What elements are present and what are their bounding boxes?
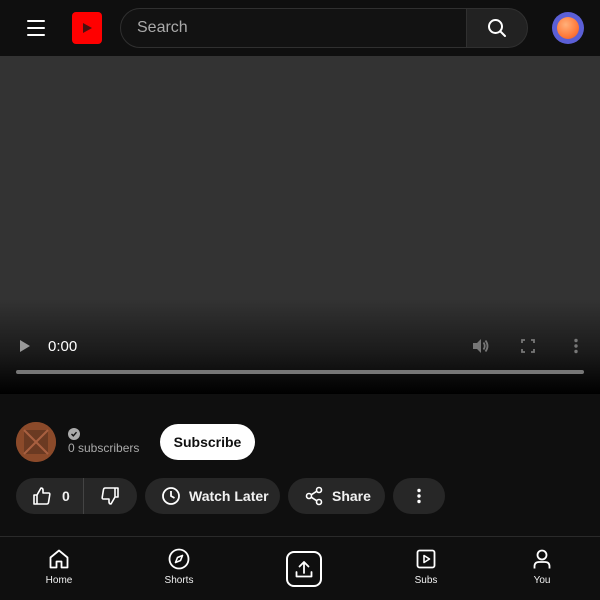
hamburger-menu-icon[interactable] <box>20 12 52 44</box>
thumbs-down-icon <box>101 487 119 505</box>
fullscreen-icon[interactable] <box>519 336 537 356</box>
play-logo-icon[interactable] <box>72 12 102 44</box>
nav-you-label: You <box>533 575 551 586</box>
subscribe-button[interactable]: Subscribe <box>160 424 255 460</box>
nav-home[interactable]: Home <box>29 547 89 595</box>
watch-later-button[interactable]: Watch Later <box>145 478 280 514</box>
person-icon <box>533 549 551 569</box>
nav-home-label: Home <box>45 575 73 586</box>
verified-icon <box>68 428 80 440</box>
share-label: Share <box>332 488 371 504</box>
play-icon[interactable] <box>16 337 34 355</box>
upload-icon <box>295 561 313 578</box>
volume-icon[interactable] <box>470 336 490 356</box>
video-time: 0:00 <box>48 338 78 355</box>
subscriptions-icon <box>416 549 436 569</box>
share-button[interactable]: Share <box>288 478 385 514</box>
subscriber-count: 0 subscribers <box>68 441 140 455</box>
like-dislike-group: 0 <box>16 478 137 514</box>
thumbs-up-icon <box>33 487 51 505</box>
dislike-button[interactable] <box>84 478 136 514</box>
share-icon <box>305 486 323 506</box>
nav-subs[interactable]: Subs <box>396 547 456 595</box>
more-vert-icon[interactable] <box>568 336 584 356</box>
bottom-navigation: Home Shorts Subs You <box>0 536 600 600</box>
clock-icon <box>162 487 180 505</box>
nav-subs-label: Subs <box>414 575 438 586</box>
search-input[interactable] <box>120 8 467 48</box>
channel-avatar[interactable] <box>16 422 56 462</box>
nav-you[interactable]: You <box>512 547 572 595</box>
nav-upload[interactable] <box>286 551 322 587</box>
search-button[interactable] <box>466 8 528 48</box>
like-button[interactable]: 0 <box>16 478 84 514</box>
like-count: 0 <box>62 488 70 504</box>
user-avatar[interactable] <box>552 12 584 44</box>
progress-bar[interactable] <box>16 370 584 374</box>
compass-icon <box>168 548 190 570</box>
nav-shorts-label: Shorts <box>164 575 194 586</box>
watch-later-label: Watch Later <box>189 488 269 504</box>
more-actions-button[interactable] <box>393 478 445 514</box>
more-vert-icon <box>417 488 421 504</box>
nav-shorts[interactable]: Shorts <box>149 547 209 595</box>
top-bar <box>0 0 600 56</box>
search-icon <box>488 19 506 37</box>
home-icon <box>49 549 69 569</box>
video-player[interactable]: 0:00 <box>0 56 600 394</box>
